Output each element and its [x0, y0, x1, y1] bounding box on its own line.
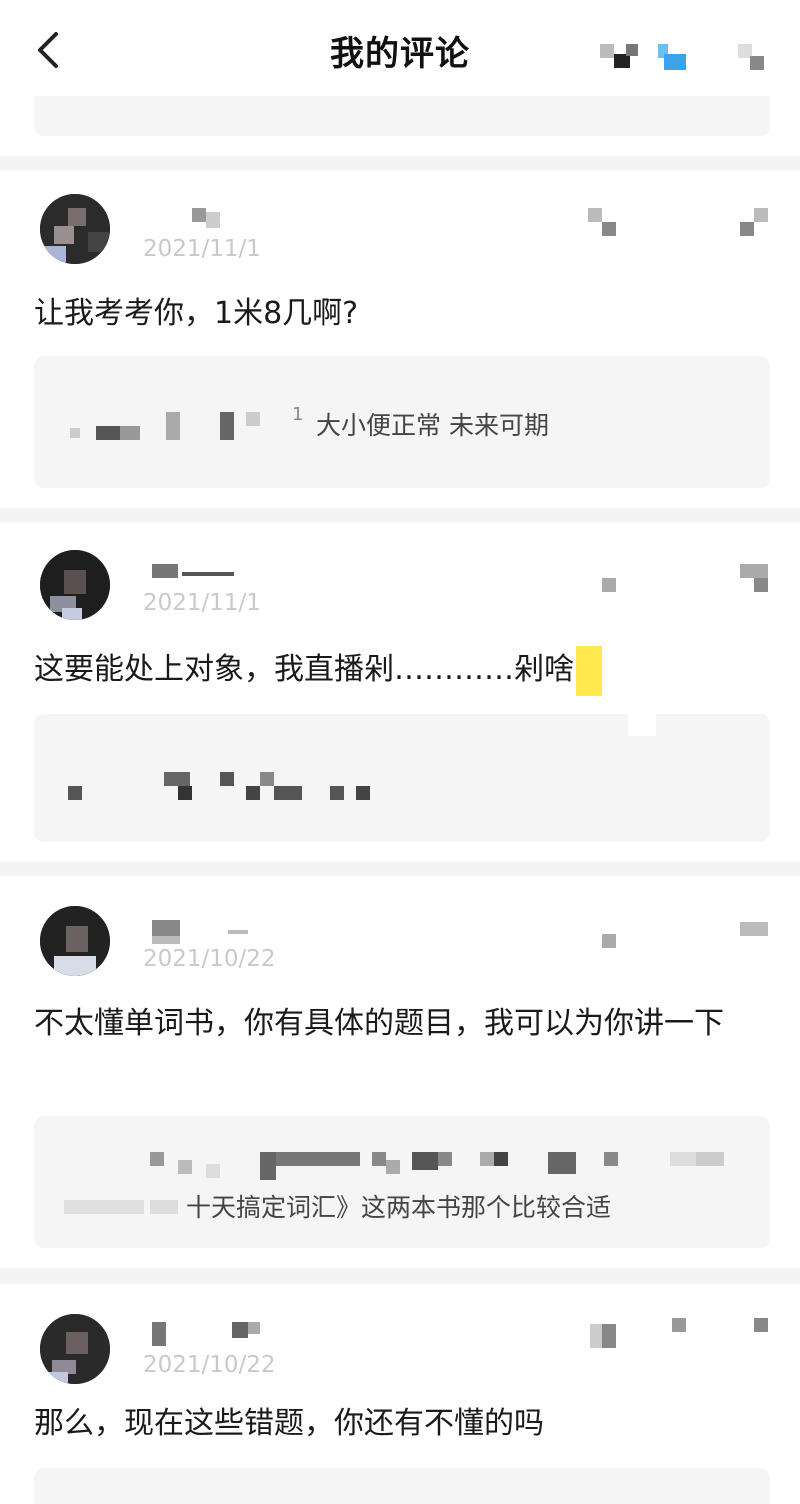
username-blurred[interactable]: [148, 208, 228, 232]
comment-text-content: 这要能处上对象，我直播剁…………剁啥: [34, 652, 574, 687]
more-icon[interactable]: [590, 1318, 780, 1348]
top-bar: 我的评论: [0, 0, 800, 156]
avatar[interactable]: [40, 906, 110, 976]
comment-text: 那么，现在这些错题，你还有不懂的吗: [34, 1406, 544, 1441]
quoted-post[interactable]: 1 大小便正常 未来可期: [34, 356, 770, 488]
comment-date: 2021/11/1: [143, 236, 261, 262]
text-highlight-marker: [576, 645, 602, 696]
quote-text: 大小便正常 未来可期: [316, 411, 549, 440]
quoted-post[interactable]: [34, 1468, 770, 1504]
comment-card[interactable]: 2021/11/1 这要能处上对象，我直播剁…………剁啥: [0, 522, 800, 862]
comment-text: 不太懂单词书，你有具体的题目，我可以为你讲一下: [34, 1006, 724, 1041]
avatar[interactable]: [40, 550, 110, 620]
comment-card[interactable]: 2021/10/22 那么，现在这些错题，你还有不懂的吗: [0, 1284, 800, 1504]
more-icon[interactable]: [588, 208, 778, 238]
username-blurred[interactable]: [148, 1316, 268, 1346]
comment-text: 让我考考你，1米8几啊?: [34, 296, 359, 331]
quoted-post[interactable]: 十天搞定词汇》这两本书那个比较合适: [34, 1116, 770, 1248]
more-icon[interactable]: [600, 922, 780, 952]
avatar[interactable]: [40, 1314, 110, 1384]
username-blurred[interactable]: [148, 564, 248, 588]
username-blurred[interactable]: [148, 920, 258, 944]
top-actions-blurred[interactable]: [600, 40, 770, 72]
comment-card[interactable]: 2021/10/22 不太懂单词书，你有具体的题目，我可以为你讲一下 十天搞定词…: [0, 876, 800, 1268]
comment-date: 2021/10/22: [143, 1352, 276, 1378]
quoted-post[interactable]: [34, 714, 770, 842]
avatar[interactable]: [40, 194, 110, 264]
quote-prefix: 1: [292, 404, 304, 425]
more-icon[interactable]: [600, 564, 780, 594]
comment-date: 2021/10/22: [143, 946, 276, 972]
previous-quote-box: [34, 96, 770, 136]
quote-text: 十天搞定词汇》这两本书那个比较合适: [186, 1193, 612, 1222]
comment-text: 这要能处上对象，我直播剁…………剁啥: [34, 644, 770, 696]
comment-date: 2021/11/1: [143, 590, 261, 616]
comment-card[interactable]: 2021/11/1 让我考考你，1米8几啊? 1 大小便正常 未来可期: [0, 170, 800, 508]
